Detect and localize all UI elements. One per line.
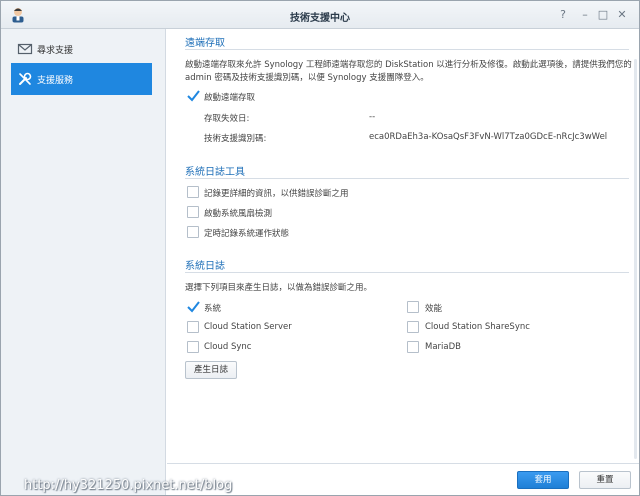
apply-button[interactable]: 套用 (517, 471, 569, 489)
log-cloud-station-server-checkbox[interactable] (187, 321, 199, 333)
expiry-label: 存取失效日: (204, 114, 250, 124)
support-center-window: 技術支援中心 ? – □ ✕ 尋求支援 支援服務 遠端存取 啟動遠端存取來允許 … (0, 0, 640, 496)
sidebar-item-request-support[interactable]: 尋求支援 (11, 33, 152, 65)
support-id-label: 技術支援識別碼: (204, 134, 267, 144)
verbose-log-checkbox[interactable] (187, 186, 199, 198)
section-title-log-tools: 系統日誌工具 (185, 167, 245, 178)
tools-icon (19, 72, 32, 85)
divider (185, 272, 629, 273)
scrollbar[interactable] (633, 59, 638, 459)
remote-access-description: admin 密碼及技術支援識別碼，以便 Synology 支援團隊登入。 (185, 73, 429, 83)
sidebar-item-label: 支援服務 (37, 76, 74, 86)
remote-access-description: 啟動遠端存取來允許 Synology 工程師遠端存取您的 DiskStation… (185, 60, 632, 70)
log-cloud-sync-label: Cloud Sync (204, 342, 252, 352)
log-performance-label: 效能 (425, 304, 443, 314)
log-system-checkbox[interactable] (187, 301, 200, 313)
main-content: 遠端存取 啟動遠端存取來允許 Synology 工程師遠端存取您的 DiskSt… (167, 29, 639, 463)
generate-logs-button[interactable]: 產生日誌 (185, 361, 237, 379)
periodic-status-log-label: 定時記錄系統運作狀態 (204, 229, 290, 239)
minimize-icon[interactable]: – (577, 7, 593, 23)
enable-remote-access-checkbox[interactable] (187, 90, 200, 102)
fan-check-checkbox[interactable] (187, 206, 199, 218)
fan-check-label: 啟動系統風扇檢測 (204, 209, 273, 219)
verbose-log-label: 記錄更詳細的資訊，以供錯誤診斷之用 (204, 189, 349, 199)
title-bar[interactable]: 技術支援中心 ? – □ ✕ (1, 1, 639, 29)
sidebar-item-label: 尋求支援 (37, 46, 74, 56)
log-performance-checkbox[interactable] (407, 301, 419, 313)
blog-watermark: http://hy321250.pixnet.net/blog (24, 478, 233, 493)
section-title-remote-access: 遠端存取 (185, 38, 225, 49)
sidebar-item-support-services[interactable]: 支援服務 (11, 63, 152, 95)
system-logs-description: 選擇下列項目來產生日誌，以做為錯誤診斷之用。 (185, 283, 373, 293)
log-cloud-sync-checkbox[interactable] (187, 341, 199, 353)
divider (185, 49, 629, 50)
log-cloud-station-sharesync-checkbox[interactable] (407, 321, 419, 333)
close-icon[interactable]: ✕ (614, 7, 630, 23)
help-icon[interactable]: ? (555, 7, 571, 23)
window-title: 技術支援中心 (290, 13, 350, 24)
log-cloud-station-sharesync-label: Cloud Station ShareSync (425, 322, 530, 332)
footer-bar: 套用 重置 (167, 463, 639, 495)
sidebar: 尋求支援 支援服務 (1, 29, 166, 495)
divider (185, 178, 629, 179)
periodic-status-log-checkbox[interactable] (187, 226, 199, 238)
support-id-value: eca0RDaEh3a-KOsaQsF3FvN-Wl7Tza0GDcE-nRcJ… (369, 132, 608, 142)
reset-button[interactable]: 重置 (579, 471, 631, 489)
log-mariadb-checkbox[interactable] (407, 341, 419, 353)
mail-icon (17, 43, 33, 55)
log-system-label: 系統 (204, 304, 222, 314)
section-title-system-logs: 系統日誌 (185, 261, 225, 272)
checkmark-icon (187, 301, 200, 313)
checkmark-icon (187, 90, 200, 102)
log-mariadb-label: MariaDB (425, 342, 461, 352)
maximize-icon[interactable]: □ (595, 7, 611, 23)
expiry-value: -- (369, 112, 376, 122)
log-cloud-station-server-label: Cloud Station Server (204, 322, 292, 332)
enable-remote-access-label: 啟動遠端存取 (204, 93, 256, 103)
